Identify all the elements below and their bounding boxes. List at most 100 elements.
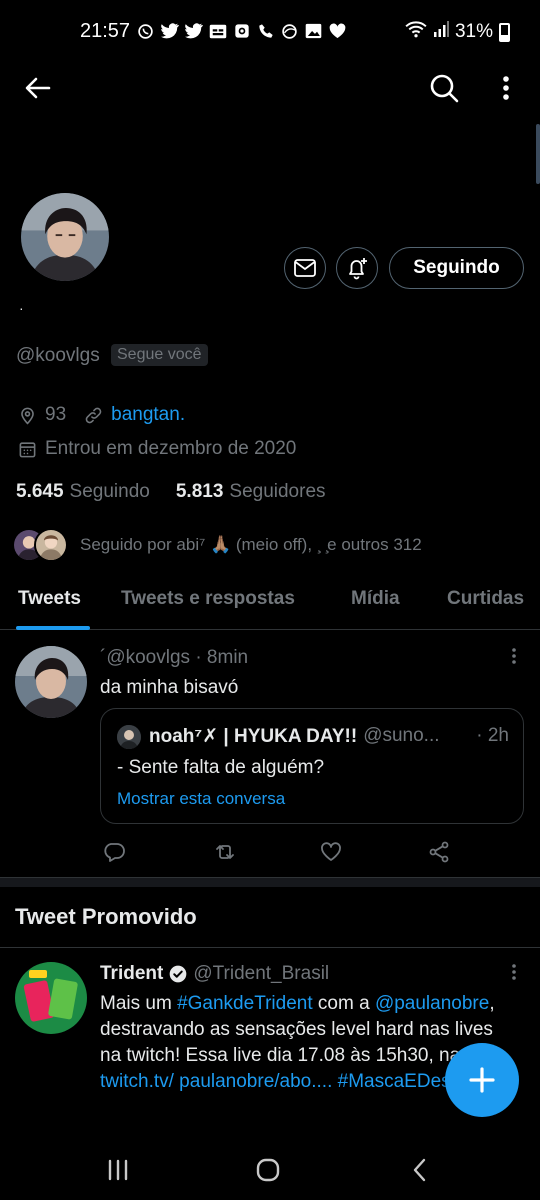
follows-you-badge: Segue você xyxy=(111,344,208,366)
profile-avatar[interactable] xyxy=(18,190,112,284)
gallery-icon xyxy=(304,22,323,40)
mutual-avatar xyxy=(34,528,68,562)
following-label: Seguindo xyxy=(69,481,150,502)
text-segment: Mais um xyxy=(100,993,178,1014)
promoted-tweet-text: Mais um #GankdeTrident com a @paulanobre… xyxy=(100,991,495,1095)
tweet-more-button[interactable] xyxy=(505,646,523,666)
twitter-icon xyxy=(184,22,203,40)
more-options-button[interactable] xyxy=(496,72,516,104)
location-text: 93 xyxy=(45,404,67,425)
section-separator xyxy=(0,877,540,887)
notification-icons xyxy=(136,22,347,40)
vertical-dots-icon xyxy=(503,76,509,100)
reply-icon xyxy=(104,843,125,862)
system-indicators: 31% xyxy=(405,20,510,44)
join-date-row: Entrou em dezembro de 2020 xyxy=(18,438,296,460)
followers-label: Seguidores xyxy=(229,481,326,502)
vertical-dots-icon xyxy=(512,648,516,664)
twitter-icon xyxy=(160,22,179,40)
quoted-author-avatar xyxy=(117,725,141,749)
quoted-author-name: noah⁷✗ | HYUKA DAY!! xyxy=(149,726,358,747)
tab-likes[interactable]: Curtidas xyxy=(447,588,524,610)
following-count: 5.645 xyxy=(16,481,64,502)
ad-more-button[interactable] xyxy=(505,962,523,982)
home-icon xyxy=(256,1158,280,1182)
whatsapp-icon xyxy=(136,22,155,40)
tweet-text: da minha bisavó xyxy=(100,677,239,698)
mention-link[interactable]: @paulanobre xyxy=(375,993,489,1014)
tab-media[interactable]: Mídia xyxy=(351,588,400,610)
vertical-dots-icon xyxy=(512,964,516,980)
phone-icon xyxy=(256,22,275,40)
tab-tweets-and-replies[interactable]: Tweets e respostas xyxy=(121,588,295,610)
like-button[interactable] xyxy=(319,840,343,864)
system-navigation-bar xyxy=(0,1140,540,1200)
location-pin-icon xyxy=(21,407,34,425)
compose-tweet-button[interactable] xyxy=(445,1043,519,1117)
profile-tabs: Tweets Tweets e respostas Mídia Curtidas xyxy=(0,578,540,630)
following-count-link[interactable]: 5.645 Seguindo xyxy=(16,481,150,503)
tweet-actions xyxy=(0,840,540,864)
followed-by-text: Seguido por abi⁷ 🙏🏽 (meio off), ¸ ̧e out… xyxy=(80,535,422,554)
join-date: Entrou em dezembro de 2020 xyxy=(45,438,297,459)
scrollbar-thumb[interactable] xyxy=(536,124,540,184)
browser-icon xyxy=(280,22,299,40)
quoted-tweet-header: noah⁷✗ | HYUKA DAY!! @suno... · 2h xyxy=(149,725,509,748)
mail-icon xyxy=(294,259,316,277)
tab-tweets[interactable]: Tweets xyxy=(18,588,81,610)
search-button[interactable] xyxy=(428,72,460,104)
share-icon xyxy=(429,841,449,863)
divider xyxy=(0,947,540,948)
retweet-button[interactable] xyxy=(213,840,237,864)
share-button[interactable] xyxy=(427,840,451,864)
text-segment: com a xyxy=(312,993,375,1014)
wifi-icon xyxy=(405,20,427,44)
advertiser-name[interactable]: Trident xyxy=(100,963,163,985)
status-bar: 21:57 31% xyxy=(0,0,540,68)
battery-icon xyxy=(499,22,510,42)
arrow-left-icon xyxy=(25,77,51,99)
quoted-tweet-time: · 2h xyxy=(472,725,509,747)
battery-percent: 31% xyxy=(454,21,493,42)
clock: 21:57 xyxy=(80,20,131,42)
home-button[interactable] xyxy=(254,1156,282,1184)
followed-by-row[interactable]: Seguido por abi⁷ 🙏🏽 (meio off), ¸ ̧e out… xyxy=(12,528,422,562)
chevron-left-icon xyxy=(413,1158,426,1182)
profile-handle: @koovlgs xyxy=(16,345,100,366)
url-link[interactable]: twitch.tv/ paulanobre/abo.... xyxy=(100,1071,332,1092)
system-back-button[interactable] xyxy=(406,1156,434,1184)
followers-count-link[interactable]: 5.813 Seguidores xyxy=(176,481,326,503)
reply-button[interactable] xyxy=(102,840,126,864)
advertiser-handle: @Trident_Brasil xyxy=(193,963,330,984)
tweet-header: ´@koovlgs · 8min xyxy=(100,647,249,668)
signal-icon xyxy=(433,20,449,44)
verified-badge-icon xyxy=(170,965,187,983)
advertiser-avatar[interactable] xyxy=(15,962,87,1034)
camera-app-icon xyxy=(232,22,251,40)
message-button[interactable] xyxy=(284,247,326,289)
following-button[interactable]: Seguindo xyxy=(389,247,524,289)
subtitles-icon xyxy=(208,22,227,40)
notifications-button[interactable] xyxy=(336,247,378,289)
heart-outline-icon xyxy=(321,842,341,861)
search-icon xyxy=(430,74,459,103)
bell-plus-icon xyxy=(349,258,367,280)
display-name: · xyxy=(19,300,24,316)
quoted-tweet[interactable]: noah⁷✗ | HYUKA DAY!! @suno... · 2h - Sen… xyxy=(100,708,524,824)
show-thread-link[interactable]: Mostrar esta conversa xyxy=(117,789,285,809)
plus-icon xyxy=(469,1067,495,1093)
profile-meta-row: 93 bangtan. xyxy=(18,404,185,426)
active-tab-indicator xyxy=(16,626,90,630)
follow-counts: 5.645 Seguindo 5.813 Seguidores xyxy=(16,481,326,503)
back-button[interactable] xyxy=(22,72,54,104)
recent-apps-button[interactable] xyxy=(104,1156,132,1184)
profile-photo xyxy=(21,193,109,281)
advertiser-header: Trident @Trident_Brasil xyxy=(100,963,329,985)
quoted-author-handle: @suno... xyxy=(363,725,440,746)
tweet-author-avatar[interactable] xyxy=(15,646,87,718)
hashtag-link[interactable]: #GankdeTrident xyxy=(177,993,313,1014)
followers-count: 5.813 xyxy=(175,481,224,502)
website-link[interactable]: bangtan. xyxy=(111,404,185,426)
retweet-icon xyxy=(216,845,234,859)
link-icon xyxy=(85,407,102,423)
